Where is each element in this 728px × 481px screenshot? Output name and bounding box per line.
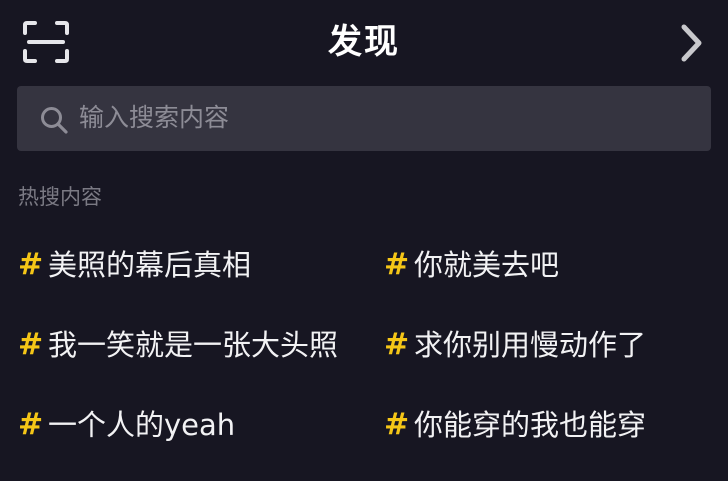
page-title: 发现 — [328, 22, 400, 62]
hot-item-label: 我一笑就是一张大头照 — [48, 328, 339, 362]
hot-item[interactable]: # 你就美去吧 — [384, 241, 559, 289]
hot-search-heading: 热搜内容 — [18, 185, 102, 209]
chevron-right-icon[interactable] — [676, 22, 706, 64]
hash-icon: # — [18, 247, 44, 282]
search-icon — [39, 105, 69, 135]
hot-item-label: 你就美去吧 — [414, 248, 560, 282]
hash-icon: # — [18, 327, 44, 362]
search-input[interactable]: 输入搜索内容 — [17, 86, 711, 151]
top-bar: 发现 — [0, 0, 728, 84]
hot-item-label: 美照的幕后真相 — [48, 248, 252, 282]
hash-icon: # — [384, 327, 410, 362]
hot-item[interactable]: # 我一笑就是一张大头照 — [18, 321, 338, 369]
search-placeholder: 输入搜索内容 — [79, 103, 230, 132]
hot-item-label: 你能穿的我也能穿 — [414, 408, 647, 442]
hash-icon: # — [384, 407, 410, 442]
hot-item[interactable]: # 你能穿的我也能穿 — [384, 401, 646, 449]
hash-icon: # — [384, 247, 410, 282]
hot-item-label: 求你别用慢动作了 — [414, 328, 647, 362]
hot-item[interactable]: # 美照的幕后真相 — [18, 241, 251, 289]
hot-item-label: 一个人的yeah — [48, 408, 236, 442]
hot-item[interactable]: # 求你别用慢动作了 — [384, 321, 646, 369]
hash-icon: # — [18, 407, 44, 442]
hot-item[interactable]: # 一个人的yeah — [18, 401, 235, 449]
